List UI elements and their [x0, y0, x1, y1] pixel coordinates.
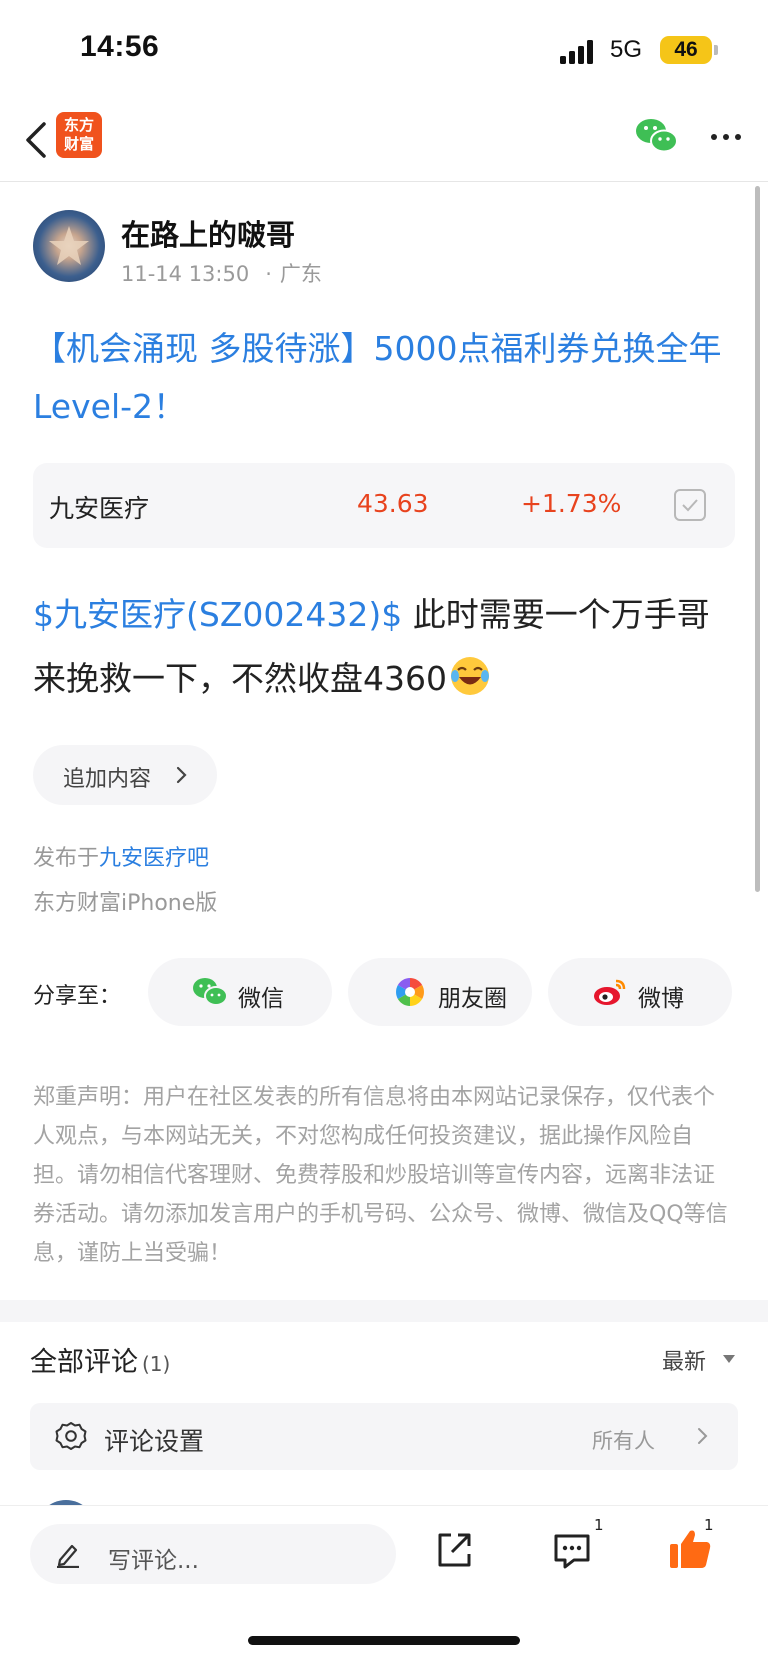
signal-icon [560, 38, 600, 64]
author-avatar[interactable] [33, 210, 105, 282]
comment-settings-row[interactable]: 评论设置 所有人 [30, 1403, 738, 1470]
comment-count: 1 [594, 1516, 604, 1534]
add-content-label: 追加内容 [63, 767, 152, 792]
client-info: 东方财富iPhone版 [33, 891, 218, 916]
stock-card[interactable]: 九安医疗 43.63 +1.73% [33, 463, 735, 548]
post-title[interactable]: 【机会涌现 多股待涨】5000点福利券兑换全年Level-2！ [33, 320, 733, 436]
scrollbar[interactable] [755, 186, 760, 892]
brand-logo: 东方 财富 [56, 112, 102, 158]
author-name[interactable]: 在路上的啵哥 [121, 212, 295, 254]
weibo-icon [594, 979, 626, 1005]
comment-input[interactable]: 写评论... [30, 1524, 396, 1584]
chevron-right-icon [698, 1428, 708, 1444]
stock-name: 九安医疗 [49, 494, 150, 523]
avatar-image [49, 226, 89, 265]
like-count: 1 [704, 1516, 714, 1534]
network-type: 5G [610, 36, 643, 63]
checkbox-icon[interactable] [673, 488, 707, 522]
sort-toggle[interactable]: 最新 [662, 1344, 706, 1376]
share-wechat-button[interactable]: 微信 [148, 958, 332, 1026]
share-out-icon[interactable] [434, 1530, 474, 1570]
logo-text-2: 财富 [63, 135, 94, 153]
meta-separator: · [265, 262, 272, 286]
comments-title-text: 全部评论 [30, 1347, 138, 1378]
battery-tip [714, 45, 718, 55]
gear-icon [55, 1422, 87, 1450]
home-indicator [248, 1636, 520, 1645]
add-content-button[interactable]: 追加内容 [33, 745, 217, 805]
share-weibo-button[interactable]: 微博 [548, 958, 732, 1026]
stock-tag-link[interactable]: $九安医疗(SZ002432)$ [33, 595, 402, 634]
comments-title: 全部评论 (1) [30, 1340, 170, 1379]
nav-bar: 东方 财富 [0, 100, 768, 182]
comments-count: (1) [142, 1352, 171, 1376]
pencil-icon [57, 1544, 79, 1568]
message-icon[interactable] [552, 1532, 592, 1570]
post-date: 11-14 13:50 [121, 262, 250, 286]
status-time: 14:56 [80, 30, 160, 63]
post-location: 广东 [279, 262, 322, 286]
comment-settings-label: 评论设置 [104, 1427, 205, 1456]
wechat-icon[interactable] [634, 116, 680, 156]
bar-link[interactable]: 九安医疗吧 [99, 846, 209, 871]
share-moments-button[interactable]: 朋友圈 [348, 958, 532, 1026]
battery-icon: 46 [660, 36, 712, 64]
thumbs-up-icon[interactable] [668, 1528, 712, 1570]
share-weibo-label: 微博 [638, 986, 684, 1012]
logo-text-1: 东方 [63, 116, 94, 134]
post-body: $九安医疗(SZ002432)$ 此时需要一个万手哥来挽救一下，不然收盘4360 [33, 583, 738, 711]
comment-placeholder: 写评论... [108, 1548, 199, 1574]
more-icon[interactable] [706, 122, 746, 152]
moments-icon [396, 978, 424, 1006]
caret-down-icon[interactable] [722, 1354, 736, 1364]
share-moments-label: 朋友圈 [438, 986, 507, 1012]
section-divider [0, 1300, 768, 1322]
post-meta: 11-14 13:50 · 广东 [121, 258, 322, 288]
chevron-right-icon [176, 766, 187, 784]
stock-price: 43.63 [357, 489, 429, 518]
share-label: 分享至： [33, 984, 122, 1009]
stock-change: +1.73% [521, 489, 622, 518]
laughing-emoji-icon [450, 657, 489, 695]
published-prefix: 发布于 [33, 846, 100, 871]
comment-settings-value: 所有人 [592, 1429, 655, 1453]
status-bar: 14:56 5G 46 [0, 0, 768, 100]
wechat-icon [193, 978, 228, 1006]
disclaimer: 郑重声明：用户在社区发表的所有信息将由本网站记录保存，仅代表个人观点，与本网站无… [33, 1085, 728, 1266]
share-wechat-label: 微信 [238, 986, 284, 1012]
published-in: 发布于九安医疗吧 [33, 840, 209, 872]
back-icon[interactable] [18, 118, 58, 162]
